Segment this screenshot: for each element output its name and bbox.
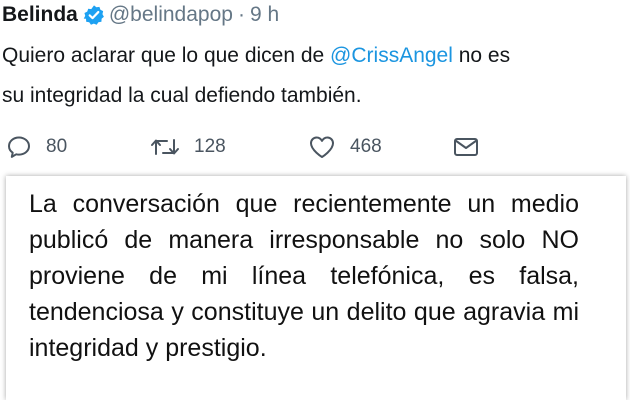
heart-icon <box>308 134 336 160</box>
verified-badge-icon <box>83 4 105 26</box>
tweet-text-part: Quiero aclarar que lo que dicen de <box>2 44 331 67</box>
author-name[interactable]: Belinda <box>2 1 78 29</box>
retweet-count: 128 <box>194 136 226 157</box>
tweet-text-line-2: su integridad la cual defiendo también. <box>2 84 362 107</box>
tweet-text: Quiero aclarar que lo que dicen de @Cris… <box>2 36 628 116</box>
tweet-text-part: no es <box>452 44 511 67</box>
statement-text: La conversación que recientemente un med… <box>29 190 579 362</box>
reply-icon <box>6 134 32 160</box>
tweet-timestamp[interactable]: 9 h <box>250 1 279 29</box>
retweet-icon <box>150 134 180 160</box>
mention-link[interactable]: @CrissAngel <box>330 44 453 67</box>
tweet-header: Belinda @belindapop · 9 h <box>2 1 279 29</box>
envelope-icon <box>452 134 480 160</box>
like-count: 468 <box>350 136 382 157</box>
retweet-button[interactable]: 128 <box>150 130 226 164</box>
author-handle[interactable]: @belindapop <box>109 1 233 29</box>
tweet-text-line-1: Quiero aclarar que lo que dicen de @Cris… <box>2 36 628 76</box>
separator-dot: · <box>237 3 245 26</box>
attached-statement-image[interactable]: La conversación que recientemente un med… <box>6 176 626 400</box>
tweet-actions: 80 128 468 <box>0 130 630 164</box>
reply-count: 80 <box>46 136 68 157</box>
like-button[interactable]: 468 <box>308 130 382 164</box>
direct-message-button[interactable] <box>452 130 480 164</box>
reply-button[interactable]: 80 <box>6 130 67 164</box>
